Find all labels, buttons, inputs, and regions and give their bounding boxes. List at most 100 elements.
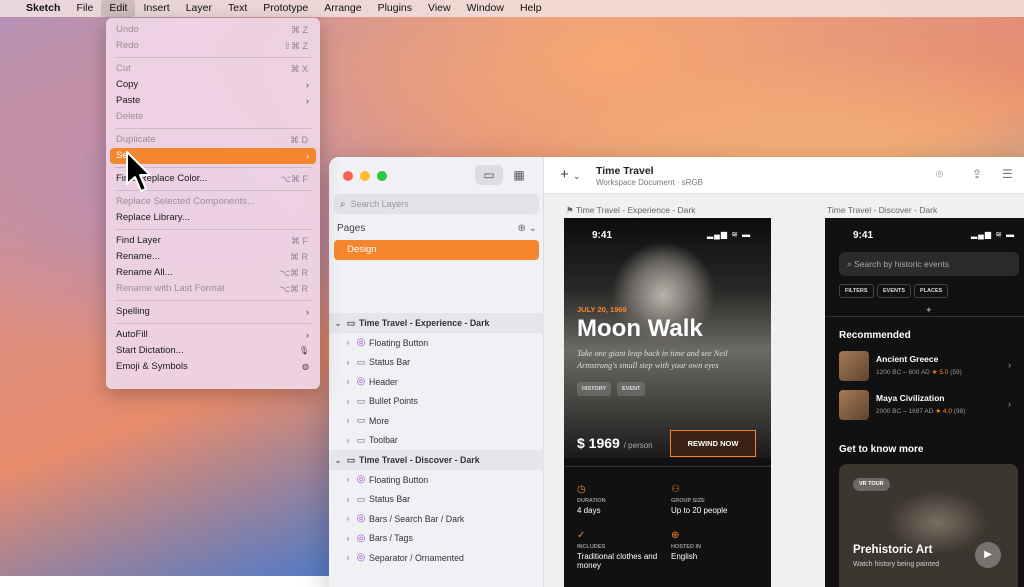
menu-bar: Sketch File Edit Insert Layer Text Proto… xyxy=(0,0,1024,17)
menu-view[interactable]: View xyxy=(420,0,459,17)
prototype-icon[interactable]: ⌾ xyxy=(936,167,943,182)
filter-chip[interactable]: PLACES xyxy=(914,284,949,298)
chevron-right-icon[interactable]: › xyxy=(343,358,353,367)
layers-sidebar: ▭ ▦ ⌕ Search Layers Pages ⊕ ⌄ Design ⌄ ▭ T… xyxy=(329,157,544,587)
chevron-right-icon[interactable]: › xyxy=(343,338,353,347)
artboard-icon: ▭ xyxy=(346,317,356,328)
menu-item[interactable]: Emoji & Symbols ◍ xyxy=(106,359,320,375)
share-icon[interactable]: ⇪ xyxy=(972,167,982,181)
play-icon[interactable]: ▶ xyxy=(975,542,1001,568)
layer-row[interactable]: › ◎ Separator / Ornamented xyxy=(329,548,544,568)
layer-label: Toolbar xyxy=(369,435,398,446)
grid-view-icon[interactable]: ▦ xyxy=(505,165,533,185)
menu-sketch[interactable]: Sketch xyxy=(18,0,68,17)
menu-edit[interactable]: Edit xyxy=(101,0,136,17)
chevron-right-icon[interactable]: › xyxy=(343,416,353,425)
menu-insert[interactable]: Insert xyxy=(135,0,177,17)
insert-plus-icon[interactable]: + ⌄ xyxy=(560,166,580,183)
layer-row[interactable]: › ◎ Floating Button xyxy=(329,333,544,353)
layer-row[interactable]: › ◎ Floating Button xyxy=(329,470,544,490)
chevron-down-icon[interactable]: ⌄ xyxy=(333,319,343,328)
chevron-right-icon[interactable]: › xyxy=(343,436,353,445)
layer-row[interactable]: › ▭ Status Bar xyxy=(329,490,544,510)
list-item[interactable]: Ancient Greece 1200 BC – 600 AD ★ 5.0 (5… xyxy=(839,351,1011,381)
chevron-right-icon[interactable]: › xyxy=(343,534,353,543)
layer-label: Status Bar xyxy=(369,357,411,368)
close-button[interactable] xyxy=(343,171,353,181)
add-page-icon[interactable]: ⊕ ⌄ xyxy=(517,223,537,234)
canvas[interactable]: + ⌄ Time Travel Workspace Document · sRG… xyxy=(544,157,1024,587)
symbol-icon: ◎ xyxy=(356,474,366,486)
item-meta: 1200 BC – 600 AD ★ 5.0 (59) xyxy=(876,369,962,376)
chevron-right-icon[interactable]: › xyxy=(343,377,353,386)
chevron-right-icon[interactable]: › xyxy=(343,475,353,484)
chevron-down-icon[interactable]: ⌄ xyxy=(333,456,343,465)
layer-row[interactable]: › ▭ Bullet Points xyxy=(329,392,544,412)
layer-row[interactable]: › ▭ More xyxy=(329,411,544,431)
menu-separator xyxy=(115,57,311,58)
artboard-experience[interactable]: 9:41 ▂▄▆ ≋ ▬ JULY 20, 1969 Moon Walk Tak… xyxy=(564,218,771,587)
layer-row[interactable]: › ▭ Toolbar xyxy=(329,431,544,451)
menu-item[interactable]: Replace Library... xyxy=(106,210,320,226)
layer-row[interactable]: › ▭ Status Bar xyxy=(329,353,544,373)
layer-search-input[interactable]: ⌕ Search Layers xyxy=(334,194,539,214)
menu-arrange[interactable]: Arrange xyxy=(316,0,369,17)
artboard-discover[interactable]: 9:41 ▂▄▆ ≋ ▬ ⌕ Search by historic events… xyxy=(825,218,1024,587)
historic-search-input[interactable]: ⌕ Search by historic events xyxy=(839,252,1019,276)
layer-row[interactable]: › ◎ Bars / Search Bar / Dark xyxy=(329,509,544,529)
menu-item[interactable]: Rename All... ⌥⌘ R xyxy=(106,265,320,281)
menu-item[interactable]: Start Dictation... 🎙 xyxy=(106,343,320,359)
search-icon: ⌕ xyxy=(340,198,346,210)
menu-text[interactable]: Text xyxy=(220,0,255,17)
page-item-design[interactable]: Design xyxy=(334,240,539,260)
layer-row[interactable]: › ◎ Header xyxy=(329,372,544,392)
menu-item[interactable]: AutoFill › xyxy=(106,327,320,343)
inspector-icon[interactable]: ☰ xyxy=(1002,167,1013,181)
layer-row[interactable]: › ◎ Bars / Tags xyxy=(329,529,544,549)
menu-file[interactable]: File xyxy=(68,0,101,17)
sidebar-toggle-icon[interactable]: ▭ xyxy=(475,165,503,185)
rewind-now-button[interactable]: REWIND NOW xyxy=(670,430,756,457)
layer-group[interactable]: ⌄ ▭ Time Travel - Discover - Dark xyxy=(329,450,544,470)
chevron-right-icon[interactable]: › xyxy=(343,495,353,504)
info-hosted-in: ⊕ HOSTED IN English xyxy=(671,530,701,561)
chevron-right-icon: › xyxy=(306,151,309,161)
layer-list: ⌄ ▭ Time Travel - Experience - Dark › ◎ Floa… xyxy=(329,313,544,568)
menu-item[interactable]: Find Layer ⌘ F xyxy=(106,233,320,249)
menu-item: Delete xyxy=(116,111,144,122)
globe-icon: ⊕ xyxy=(671,530,680,541)
menu-item: Replace Selected Components... xyxy=(116,196,255,207)
chevron-right-icon[interactable]: › xyxy=(343,514,353,523)
layer-group[interactable]: ⌄ ▭ Time Travel - Experience - Dark xyxy=(329,313,544,333)
artboard-label[interactable]: ⚑ Time Travel - Experience - Dark xyxy=(566,205,696,216)
layer-label: Header xyxy=(369,376,398,387)
zoom-button[interactable] xyxy=(377,171,387,181)
filter-chip[interactable]: EVENTS xyxy=(877,284,912,298)
menu-plugins[interactable]: Plugins xyxy=(370,0,420,17)
tag-chip[interactable]: HISTORY xyxy=(577,382,612,396)
folder-icon: ▭ xyxy=(356,356,366,367)
status-time: 9:41 xyxy=(592,230,613,241)
status-icons: ▂▄▆ ≋ ▬ xyxy=(707,230,752,239)
menu-layer[interactable]: Layer xyxy=(178,0,220,17)
list-item[interactable]: Maya Civilization 2000 BC – 1697 AD ★ 4.… xyxy=(839,390,1011,420)
chevron-right-icon[interactable]: › xyxy=(343,553,353,562)
menu-item[interactable]: Paste › xyxy=(106,93,320,109)
menu-item: Redo ⇧⌘ Z xyxy=(116,40,308,51)
menu-window[interactable]: Window xyxy=(459,0,512,17)
info-duration: ◷ DURATION 4 days xyxy=(577,484,606,515)
menu-separator xyxy=(115,128,311,129)
menu-item[interactable]: Spelling › xyxy=(106,304,320,320)
menu-prototype[interactable]: Prototype xyxy=(255,0,316,17)
menu-item[interactable]: Rename... ⌘ R xyxy=(106,249,320,265)
filter-chip[interactable]: FILTERS xyxy=(839,284,874,298)
artboard-label[interactable]: Time Travel - Discover - Dark xyxy=(827,205,937,215)
symbol-icon: ◎ xyxy=(356,552,366,564)
info-group-size: ⚇ GROUP SIZE Up to 20 people xyxy=(671,484,728,515)
menu-help[interactable]: Help xyxy=(512,0,550,17)
chevron-right-icon[interactable]: › xyxy=(343,397,353,406)
menu-item[interactable]: Copy › xyxy=(106,77,320,93)
tag-chip[interactable]: EVENT xyxy=(617,382,646,396)
symbol-icon: ◎ xyxy=(356,376,366,388)
minimize-button[interactable] xyxy=(360,171,370,181)
